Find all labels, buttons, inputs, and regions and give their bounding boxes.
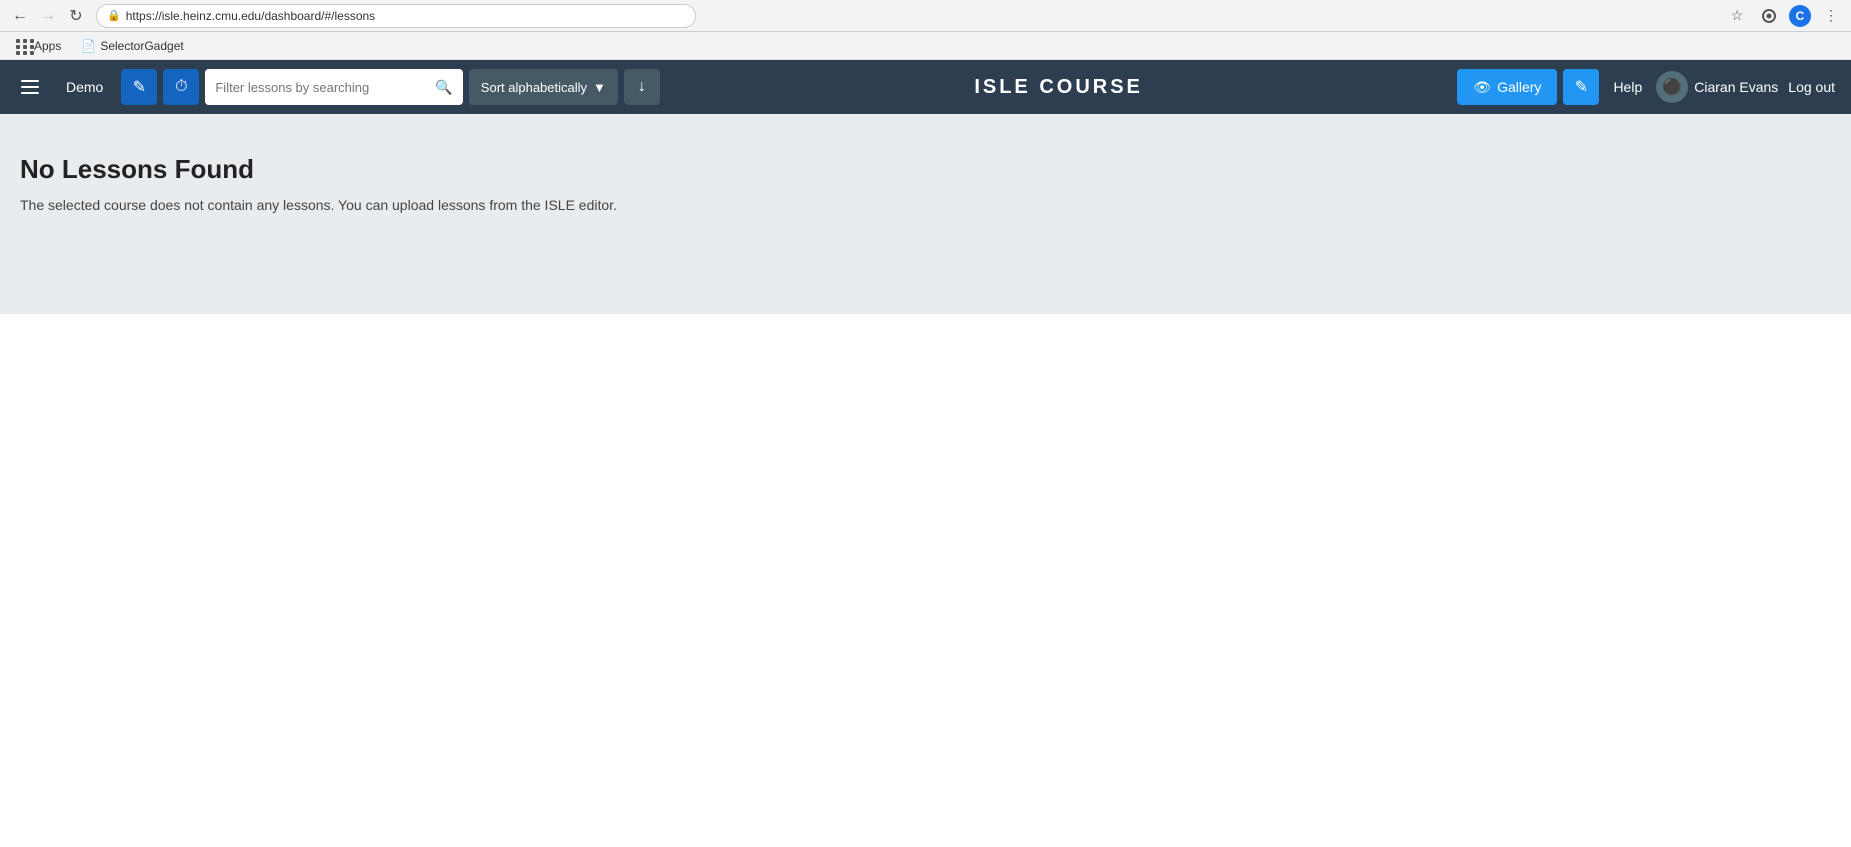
- apps-icon: [16, 39, 30, 53]
- hamburger-button[interactable]: [12, 69, 48, 105]
- address-bar[interactable]: 🔒 https://isle.heinz.cmu.edu/dashboard/#…: [96, 4, 696, 28]
- hamburger-line-2: [21, 86, 39, 88]
- demo-button[interactable]: Demo: [54, 73, 115, 101]
- clock-icon: ⏱: [175, 78, 187, 96]
- no-lessons-title: No Lessons Found: [20, 154, 1831, 185]
- sort-down-icon: ↓: [638, 78, 646, 96]
- pencil-edit-button[interactable]: ✎: [1563, 69, 1599, 105]
- no-lessons-description: The selected course does not contain any…: [20, 197, 1831, 213]
- chrome-user-avatar[interactable]: C: [1789, 5, 1811, 27]
- page-icon: 📄: [81, 39, 96, 53]
- app-navbar: Demo ✎ ⏱ 🔍 Sort alphabetically ▼ ↓ ISLE …: [0, 60, 1851, 114]
- user-section: ⚫ Ciaran Evans Log out: [1656, 71, 1839, 103]
- sort-label: Sort alphabetically: [481, 80, 587, 95]
- edit-icon: ✎: [133, 77, 146, 97]
- hamburger-line-3: [21, 92, 39, 94]
- gallery-button[interactable]: 👁 Gallery: [1457, 69, 1557, 105]
- browser-right-icons: ☆ C ⋮: [1725, 4, 1843, 28]
- browser-nav-buttons: ← → ↻: [8, 4, 88, 28]
- sort-direction-button[interactable]: ↓: [624, 69, 660, 105]
- username: Ciaran Evans: [1694, 79, 1778, 95]
- browser-chrome: ← → ↻ 🔒 https://isle.heinz.cmu.edu/dashb…: [0, 0, 1851, 32]
- reload-button[interactable]: ↻: [64, 4, 88, 28]
- forward-button[interactable]: →: [36, 4, 60, 28]
- bookmarks-bar: Apps 📄 SelectorGadget: [0, 32, 1851, 60]
- chrome-menu-button[interactable]: ⋮: [1819, 4, 1843, 28]
- search-icon: 🔍: [435, 79, 452, 96]
- lock-icon: 🔒: [107, 9, 121, 22]
- navbar-title: ISLE COURSE: [666, 76, 1451, 99]
- clock-button[interactable]: ⏱: [163, 69, 199, 105]
- gallery-label: Gallery: [1497, 79, 1541, 95]
- apps-bookmark[interactable]: Apps: [8, 37, 69, 55]
- sort-button[interactable]: Sort alphabetically ▼: [469, 69, 618, 105]
- logout-link[interactable]: Log out: [1784, 79, 1839, 95]
- star-button[interactable]: ☆: [1725, 4, 1749, 28]
- pencil-icon: ✎: [1575, 77, 1588, 97]
- back-button[interactable]: ←: [8, 4, 32, 28]
- eye-icon: 👁: [1473, 79, 1491, 96]
- lower-content: [0, 314, 1851, 814]
- edit-button[interactable]: ✎: [121, 69, 157, 105]
- selector-gadget-label: SelectorGadget: [100, 39, 183, 53]
- main-content: No Lessons Found The selected course doe…: [0, 114, 1851, 314]
- apps-label: Apps: [34, 39, 61, 53]
- search-container: 🔍: [205, 69, 462, 105]
- search-input[interactable]: [205, 69, 425, 105]
- hamburger-line-1: [21, 80, 39, 82]
- user-avatar-icon: ⚫: [1662, 77, 1682, 97]
- search-button[interactable]: 🔍: [425, 69, 462, 105]
- user-avatar: ⚫: [1656, 71, 1688, 103]
- help-link[interactable]: Help: [1605, 79, 1650, 95]
- chrome-extension-button[interactable]: [1757, 4, 1781, 28]
- sort-dropdown-icon: ▼: [593, 80, 606, 95]
- url-text: https://isle.heinz.cmu.edu/dashboard/#/l…: [126, 9, 375, 23]
- selector-gadget-bookmark[interactable]: 📄 SelectorGadget: [73, 37, 191, 55]
